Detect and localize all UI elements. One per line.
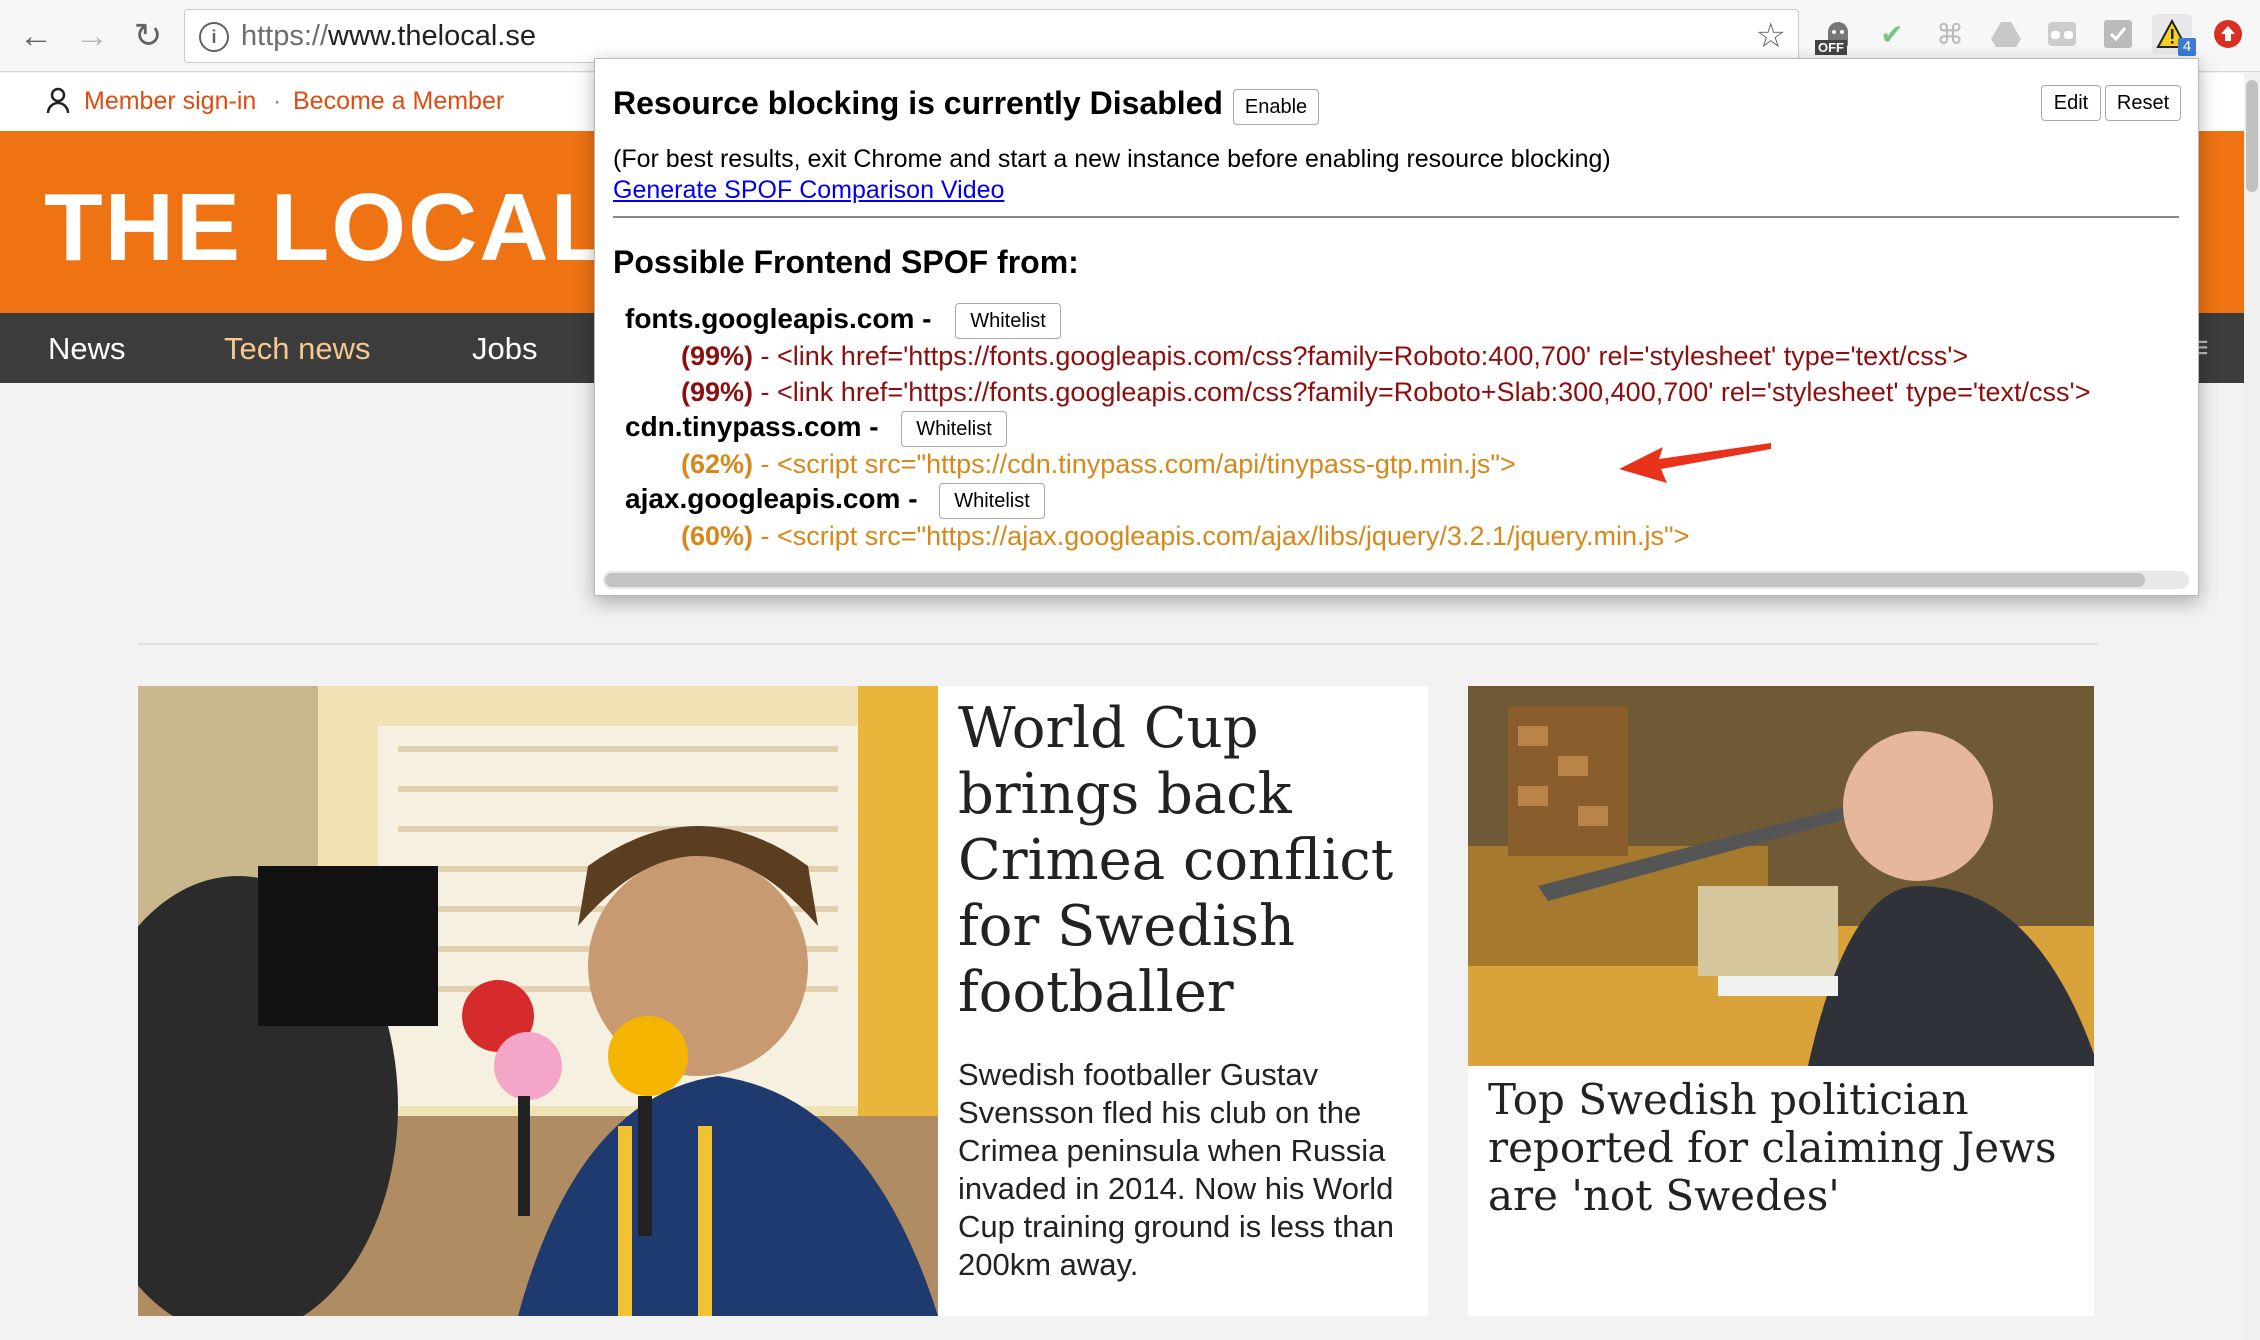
spof-check-popup: Resource blocking is currently Disabled … <box>594 58 2199 596</box>
user-icon <box>46 87 70 122</box>
link-separator: · <box>273 87 282 115</box>
popup-scrollbar-thumb[interactable] <box>605 573 2145 587</box>
spof-domain-cdn-tinypass: cdn.tinypass.com - <box>625 411 879 443</box>
popup-title: Resource blocking is currently Disabled <box>613 85 1223 121</box>
extension-count-badge: 4 <box>2178 38 2196 56</box>
spof-domain-ajax-googleapis: ajax.googleapis.com - <box>625 483 918 515</box>
generate-video-link[interactable]: Generate SPOF Comparison Video <box>613 176 1004 205</box>
nav-item-news[interactable]: News <box>48 331 126 367</box>
popup-note: (For best results, exit Chrome and start… <box>613 145 1611 173</box>
content-divider <box>138 643 2098 645</box>
resource-tag: - <script src="https://ajax.googleapis.c… <box>753 521 1690 551</box>
resource-percent: (62%) <box>681 449 754 479</box>
resource-tag: - <link href='https://fonts.googleapis.c… <box>753 341 1969 371</box>
main-article-headline[interactable]: World Cup brings back Crimea conflict fo… <box>958 696 1418 1026</box>
resource-tag: - <script src="https://cdn.tinypass.com/… <box>753 449 1516 479</box>
extension-command-icon[interactable]: ⌘ <box>1930 14 1970 54</box>
site-logo[interactable]: THE LOCAL <box>44 173 611 283</box>
side-article-text-panel[interactable]: Top Swedish politician reported for clai… <box>1468 1066 2094 1316</box>
spof-resource: (62%) - <script src="https://cdn.tinypas… <box>681 449 1516 480</box>
site-info-icon[interactable]: i <box>199 22 229 52</box>
extension-check-icon[interactable]: ✔ <box>1872 14 1912 54</box>
resource-percent: (99%) <box>681 341 754 371</box>
domain-dash: - <box>900 483 918 514</box>
spof-domain-fonts-googleapis: fonts.googleapis.com - <box>625 303 931 335</box>
nav-item-jobs[interactable]: Jobs <box>472 331 537 367</box>
page-scrollbar[interactable] <box>2244 73 2260 1340</box>
main-article-image[interactable] <box>138 686 938 1316</box>
extension-off-badge: OFF <box>1815 40 1847 55</box>
spof-resource: (99%) - <link href='https://fonts.google… <box>681 341 1968 372</box>
reset-button[interactable]: Reset <box>2105 85 2181 121</box>
whitelist-button[interactable]: Whitelist <box>939 483 1045 519</box>
side-article-image[interactable] <box>1468 686 2094 1066</box>
domain-name: cdn.tinypass.com <box>625 411 862 442</box>
forward-icon[interactable]: → <box>68 12 116 60</box>
bookmark-star-icon[interactable]: ☆ <box>1756 16 1786 56</box>
reload-icon[interactable]: ↻ <box>124 12 172 60</box>
become-member-link[interactable]: Become a Member <box>293 87 504 116</box>
whitelist-button[interactable]: Whitelist <box>955 303 1061 339</box>
page-scrollbar-thumb[interactable] <box>2246 80 2258 192</box>
url-host: www.thelocal.se <box>328 20 536 52</box>
spof-resource: (60%) - <script src="https://ajax.google… <box>681 521 1689 552</box>
domain-name: fonts.googleapis.com <box>625 303 915 334</box>
domain-dash: - <box>861 411 879 442</box>
main-article-text-panel[interactable]: World Cup brings back Crimea conflict fo… <box>938 686 1428 1316</box>
address-bar[interactable]: i https://www.thelocal.se ☆ <box>184 9 1799 63</box>
extension-upload-icon[interactable] <box>2208 14 2248 54</box>
popup-divider <box>613 216 2179 218</box>
edit-button[interactable]: Edit <box>2041 85 2101 121</box>
extension-glasses-icon[interactable] <box>2042 14 2082 54</box>
url-scheme: https:// <box>241 20 329 52</box>
extension-drive-icon[interactable] <box>1986 14 2026 54</box>
domain-dash: - <box>914 303 932 334</box>
spof-resource: (99%) - <link href='https://fonts.google… <box>681 377 2090 408</box>
domain-name: ajax.googleapis.com <box>625 483 901 514</box>
resource-percent: (99%) <box>681 377 754 407</box>
spof-heading: Possible Frontend SPOF from: <box>613 244 1079 280</box>
resource-tag: - <link href='https://fonts.googleapis.c… <box>753 377 2091 407</box>
whitelist-button[interactable]: Whitelist <box>901 411 1007 447</box>
member-signin-link[interactable]: Member sign-in <box>84 87 256 116</box>
back-icon[interactable]: ← <box>12 12 60 60</box>
side-article-headline[interactable]: Top Swedish politician reported for clai… <box>1488 1076 2078 1220</box>
enable-button[interactable]: Enable <box>1233 89 1319 125</box>
extension-task-icon[interactable] <box>2098 14 2138 54</box>
resource-percent: (60%) <box>681 521 754 551</box>
annotation-arrow-icon <box>1619 443 1771 483</box>
main-article-summary: Swedish footballer Gustav Svensson fled … <box>958 1057 1394 1282</box>
url-text[interactable]: https://www.thelocal.se <box>241 20 536 53</box>
nav-item-tech-news[interactable]: Tech news <box>224 331 370 367</box>
